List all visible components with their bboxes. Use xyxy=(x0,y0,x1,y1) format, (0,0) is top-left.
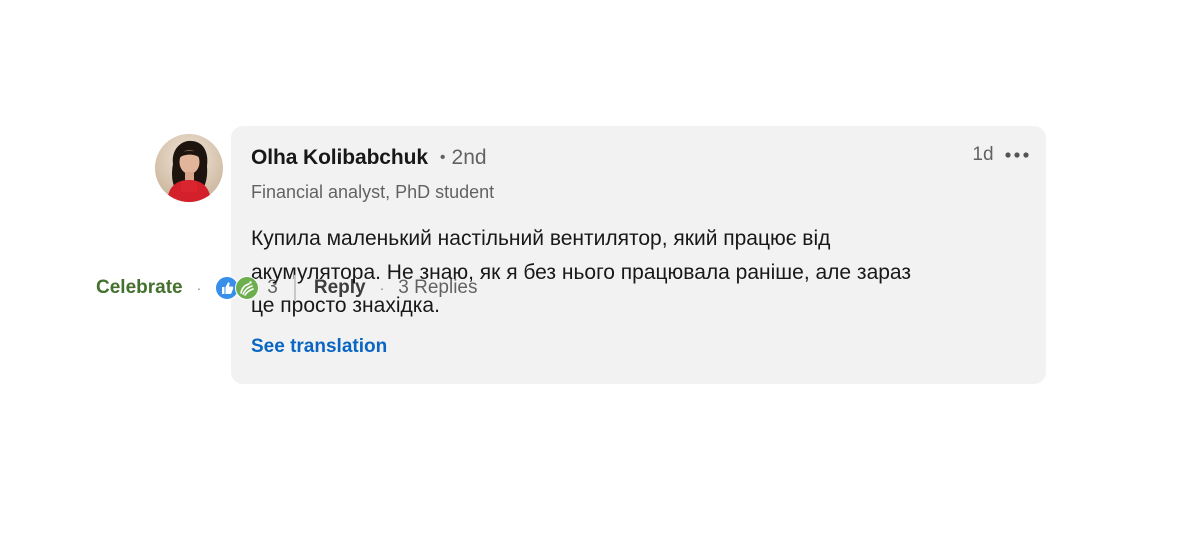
comment-actions: Celebrate · 3 Reply · 3 Replies xyxy=(96,270,478,306)
action-separator: · xyxy=(196,280,202,296)
comment-meta: 1d xyxy=(972,144,1030,166)
degree-separator: • xyxy=(439,149,446,166)
author-name[interactable]: Olha Kolibabchuk xyxy=(251,146,428,169)
comment-timestamp: 1d xyxy=(972,144,994,165)
see-translation-link[interactable]: See translation xyxy=(251,336,387,358)
degree-label: 2nd xyxy=(451,146,487,169)
author-headline: Financial analyst, PhD student xyxy=(251,182,495,202)
celebrate-icon xyxy=(235,276,260,300)
celebrate-button[interactable]: Celebrate xyxy=(96,277,183,299)
reactions-summary[interactable]: 3 xyxy=(215,274,278,302)
reaction-icons xyxy=(215,274,261,302)
replies-count-link[interactable]: 3 Replies xyxy=(398,277,477,299)
reply-button[interactable]: Reply xyxy=(314,277,366,299)
comment-bubble: Olha Kolibabchuk • 2nd Financial analyst, … xyxy=(231,126,1046,384)
author-avatar[interactable] xyxy=(155,134,223,202)
more-options-icon[interactable] xyxy=(1004,147,1030,163)
connection-degree: • 2nd xyxy=(440,146,487,169)
author-line: Olha Kolibabchuk • 2nd xyxy=(251,146,487,170)
reaction-count: 3 xyxy=(267,277,278,298)
actions-divider xyxy=(293,275,296,301)
action-separator-2: · xyxy=(379,280,385,296)
